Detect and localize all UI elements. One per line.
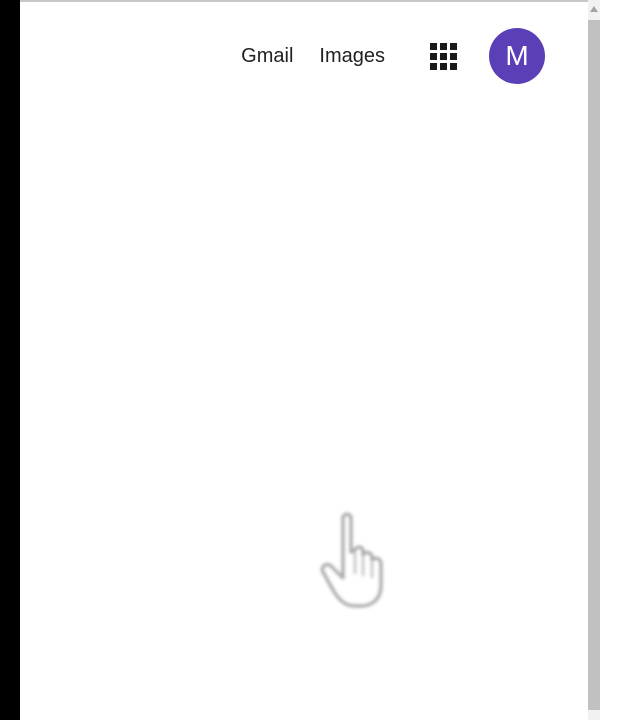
hand-pointer-cursor-icon [320,512,383,608]
window-top-edge [20,0,590,2]
scroll-up-arrow-icon[interactable] [590,6,598,12]
top-navigation-bar: Gmail Images M [200,28,545,84]
avatar-initial: M [505,40,529,71]
window-right-edge [600,0,620,720]
vertical-scrollbar-thumb[interactable] [588,20,600,710]
apps-grid-icon [429,42,457,70]
window-left-edge [0,0,20,720]
google-apps-button[interactable] [423,36,463,76]
gmail-link[interactable]: Gmail [241,28,293,84]
images-link[interactable]: Images [319,28,385,84]
browser-viewport: Gmail Images M [0,0,620,720]
account-avatar-button[interactable]: M [489,28,545,84]
